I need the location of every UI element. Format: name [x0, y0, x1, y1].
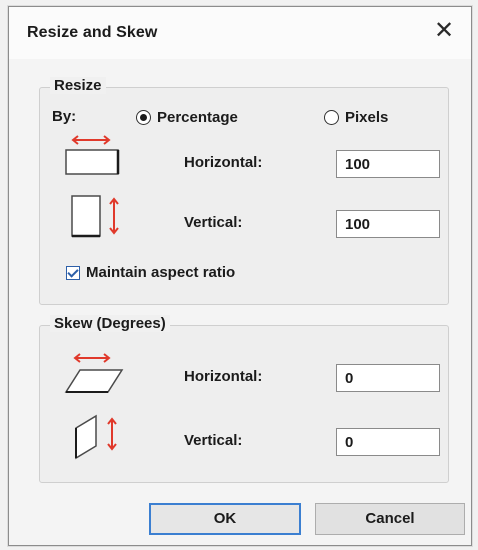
ok-button[interactable]: OK — [149, 503, 301, 535]
maintain-aspect-label: Maintain aspect ratio — [86, 264, 236, 281]
skew-group: Skew (Degrees) Horizontal: Vertical: — [39, 315, 449, 483]
skew-vertical-icon — [75, 414, 117, 460]
pixels-radio[interactable]: Pixels — [324, 109, 388, 126]
percentage-radio-indicator[interactable] — [136, 110, 151, 125]
resize-vertical-label: Vertical: — [184, 214, 243, 231]
title-bar: Resize and Skew ✕ — [9, 7, 471, 59]
pixels-label: Pixels — [345, 109, 389, 126]
by-label: By: — [52, 108, 77, 125]
pixels-radio-indicator[interactable] — [324, 110, 339, 125]
resize-horizontal-label: Horizontal: — [184, 154, 263, 171]
resize-horizontal-input[interactable] — [336, 150, 440, 178]
resize-skew-dialog: Resize and Skew ✕ Resize By: Percentage … — [8, 6, 472, 546]
resize-group: Resize By: Percentage Pixels Horizontal: — [39, 77, 449, 305]
skew-vertical-input[interactable] — [336, 428, 440, 456]
resize-vertical-input[interactable] — [336, 210, 440, 238]
resize-horizontal-icon — [65, 135, 120, 175]
skew-group-label: Skew (Degrees) — [50, 315, 170, 332]
maintain-aspect-checkbox-box[interactable] — [66, 265, 80, 280]
resize-group-label: Resize — [50, 77, 106, 94]
dialog-title: Resize and Skew — [27, 24, 158, 41]
cancel-button[interactable]: Cancel — [315, 503, 465, 535]
percentage-radio[interactable]: Percentage — [136, 109, 238, 126]
skew-horizontal-label: Horizontal: — [184, 368, 263, 385]
skew-horizontal-icon — [64, 353, 124, 393]
skew-vertical-label: Vertical: — [184, 432, 243, 449]
percentage-label: Percentage — [157, 109, 238, 126]
close-icon[interactable]: ✕ — [429, 17, 459, 47]
maintain-aspect-checkbox[interactable]: Maintain aspect ratio — [66, 264, 235, 281]
skew-horizontal-input[interactable] — [336, 364, 440, 392]
resize-vertical-icon — [71, 195, 119, 238]
